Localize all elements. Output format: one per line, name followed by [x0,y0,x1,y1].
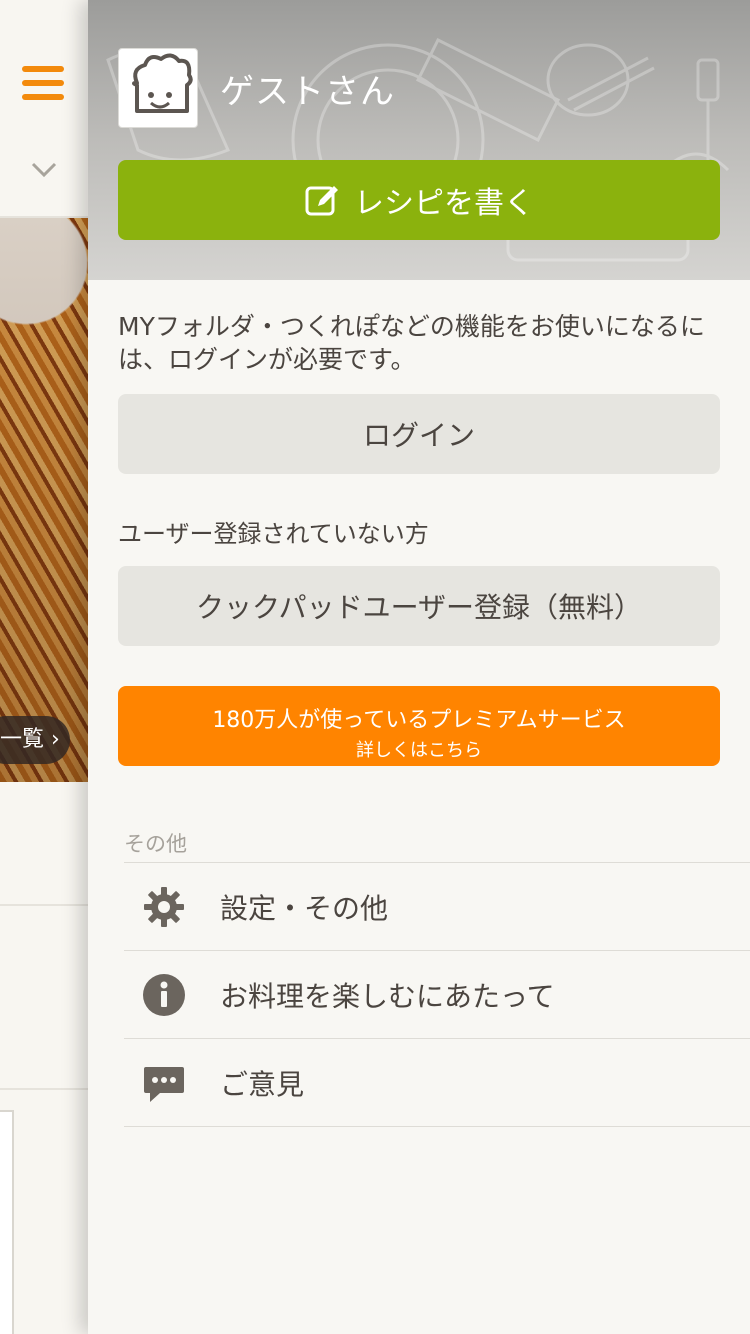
premium-button[interactable]: 180万人が使っているプレミアムサービス 詳しくはこちら [118,686,720,766]
side-drawer: ゲストさん レシピを書く MYフォルダ・つくれぽなどの機能をお使いになるには、ロ… [88,0,750,1334]
chat-icon [142,1061,186,1105]
menu-item-feedback[interactable]: ご意見 [124,1039,750,1127]
gear-icon [142,885,186,929]
other-menu-list: 設定・その他 お料理を楽しむにあたって ご意見 [124,862,750,1127]
content-card [0,1110,14,1334]
edit-icon [305,186,338,216]
avatar[interactable] [118,48,198,128]
menu-item-label: ご意見 [220,1067,305,1101]
divider [0,904,88,906]
food-photo [0,218,88,782]
chevron-down-icon[interactable] [30,160,58,184]
write-recipe-button[interactable]: レシピを書く [118,160,720,240]
premium-main-label: 180万人が使っているプレミアムサービス [212,708,626,733]
chef-hat-icon [132,53,193,113]
menu-item-label: お料理を楽しむにあたって [220,979,555,1013]
info-icon [142,973,186,1017]
menu-item-label: 設定・その他 [220,891,389,925]
premium-sub-label: 詳しくはこちら [356,740,482,761]
username: ゲストさん [220,72,395,112]
list-link[interactable]: 一覧 › [0,716,70,764]
hamburger-menu-icon[interactable] [22,66,66,102]
background-page: 一覧 › [0,0,88,1334]
menu-item-settings[interactable]: 設定・その他 [124,863,750,951]
register-button[interactable]: クックパッドユーザー登録（無料） [118,566,720,646]
section-label-other: その他 [124,832,187,856]
drawer-header: ゲストさん レシピを書く [88,0,750,280]
menu-item-enjoy-cooking[interactable]: お料理を楽しむにあたって [124,951,750,1039]
login-note: MYフォルダ・つくれぽなどの機能をお使いになるには、ログインが必要です。 [118,312,705,374]
divider [0,1088,88,1090]
write-recipe-label: レシピを書く [354,186,534,221]
register-note: ユーザー登録されていない方 [118,520,429,548]
login-button-label: ログイン [362,419,475,452]
login-button[interactable]: ログイン [118,394,720,474]
register-button-label: クックパッドユーザー登録（無料） [195,591,643,624]
list-link-label: 一覧 [0,727,45,752]
